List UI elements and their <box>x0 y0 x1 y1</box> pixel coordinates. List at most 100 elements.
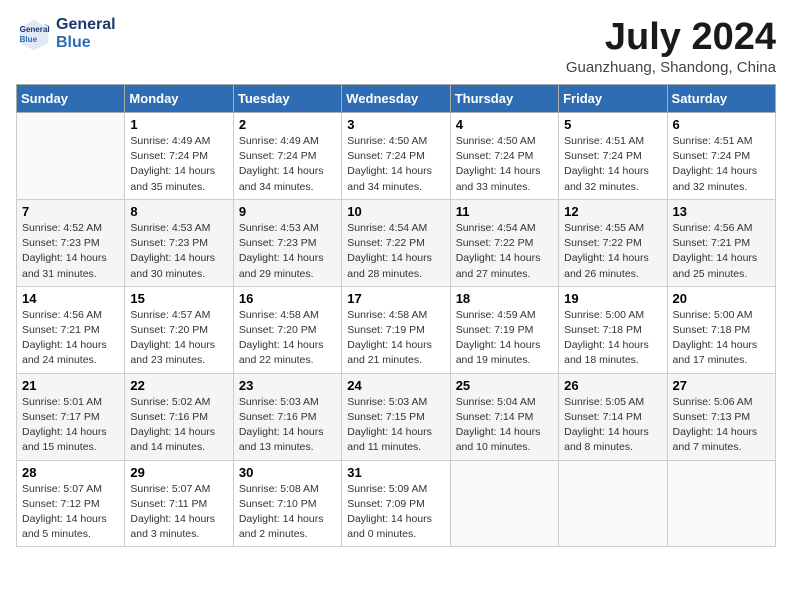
day-info: Sunrise: 4:57 AM Sunset: 7:20 PM Dayligh… <box>130 308 227 369</box>
day-info: Sunrise: 5:03 AM Sunset: 7:15 PM Dayligh… <box>347 395 444 456</box>
day-info: Sunrise: 4:53 AM Sunset: 7:23 PM Dayligh… <box>130 221 227 282</box>
calendar-cell: 7 Sunrise: 4:52 AM Sunset: 7:23 PM Daylig… <box>17 199 125 286</box>
calendar-cell: 31Sunrise: 5:09 AM Sunset: 7:09 PM Dayli… <box>342 460 450 547</box>
day-info: Sunrise: 4:54 AM Sunset: 7:22 PM Dayligh… <box>347 221 444 282</box>
logo-icon: General Blue <box>16 16 52 52</box>
day-info: Sunrise: 4:52 AM Sunset: 7:23 PM Dayligh… <box>22 221 119 282</box>
day-number: 14 <box>22 291 119 306</box>
day-number: 28 <box>22 465 119 480</box>
calendar-cell <box>559 460 667 547</box>
calendar-cell <box>450 460 558 547</box>
day-number: 12 <box>564 204 661 219</box>
day-number: 16 <box>239 291 336 306</box>
header-tuesday: Tuesday <box>233 85 341 113</box>
month-title: July 2024 <box>566 16 776 59</box>
calendar-cell: 11Sunrise: 4:54 AM Sunset: 7:22 PM Dayli… <box>450 199 558 286</box>
week-row-3: 14 Sunrise: 4:56 AM Sunset: 7:21 PM Dayli… <box>17 286 776 373</box>
day-info: Sunrise: 4:51 AM Sunset: 7:24 PM Dayligh… <box>673 134 770 195</box>
day-number: 6 <box>673 117 770 132</box>
calendar-table: SundayMondayTuesdayWednesdayThursdayFrid… <box>16 84 776 547</box>
calendar-cell <box>17 113 125 200</box>
calendar-cell: 2 Sunrise: 4:49 AM Sunset: 7:24 PM Daylig… <box>233 113 341 200</box>
calendar-cell: 26Sunrise: 5:05 AM Sunset: 7:14 PM Dayli… <box>559 373 667 460</box>
day-info: Sunrise: 4:56 AM Sunset: 7:21 PM Dayligh… <box>673 221 770 282</box>
header-saturday: Saturday <box>667 85 775 113</box>
day-number: 25 <box>456 378 553 393</box>
week-row-1: 1 Sunrise: 4:49 AM Sunset: 7:24 PM Daylig… <box>17 113 776 200</box>
day-info: Sunrise: 5:08 AM Sunset: 7:10 PM Dayligh… <box>239 482 336 543</box>
header-sunday: Sunday <box>17 85 125 113</box>
day-number: 22 <box>130 378 227 393</box>
day-info: Sunrise: 4:56 AM Sunset: 7:21 PM Dayligh… <box>22 308 119 369</box>
day-number: 31 <box>347 465 444 480</box>
day-info: Sunrise: 4:55 AM Sunset: 7:22 PM Dayligh… <box>564 221 661 282</box>
day-info: Sunrise: 5:07 AM Sunset: 7:11 PM Dayligh… <box>130 482 227 543</box>
logo-blue: Blue <box>56 34 116 52</box>
day-number: 4 <box>456 117 553 132</box>
location-subtitle: Guanzhuang, Shandong, China <box>566 59 776 76</box>
calendar-cell: 6 Sunrise: 4:51 AM Sunset: 7:24 PM Daylig… <box>667 113 775 200</box>
day-info: Sunrise: 4:49 AM Sunset: 7:24 PM Dayligh… <box>130 134 227 195</box>
day-number: 21 <box>22 378 119 393</box>
day-info: Sunrise: 5:02 AM Sunset: 7:16 PM Dayligh… <box>130 395 227 456</box>
day-number: 7 <box>22 204 119 219</box>
week-row-2: 7 Sunrise: 4:52 AM Sunset: 7:23 PM Daylig… <box>17 199 776 286</box>
day-info: Sunrise: 4:58 AM Sunset: 7:20 PM Dayligh… <box>239 308 336 369</box>
day-number: 2 <box>239 117 336 132</box>
header-wednesday: Wednesday <box>342 85 450 113</box>
logo: General Blue General Blue <box>16 16 116 52</box>
day-info: Sunrise: 5:00 AM Sunset: 7:18 PM Dayligh… <box>564 308 661 369</box>
day-info: Sunrise: 5:05 AM Sunset: 7:14 PM Dayligh… <box>564 395 661 456</box>
calendar-cell: 29Sunrise: 5:07 AM Sunset: 7:11 PM Dayli… <box>125 460 233 547</box>
calendar-cell: 8 Sunrise: 4:53 AM Sunset: 7:23 PM Daylig… <box>125 199 233 286</box>
title-block: July 2024 Guanzhuang, Shandong, China <box>566 16 776 76</box>
svg-text:General: General <box>20 25 50 34</box>
day-info: Sunrise: 5:04 AM Sunset: 7:14 PM Dayligh… <box>456 395 553 456</box>
calendar-cell: 15 Sunrise: 4:57 AM Sunset: 7:20 PM Dayli… <box>125 286 233 373</box>
calendar-cell: 21 Sunrise: 5:01 AM Sunset: 7:17 PM Dayli… <box>17 373 125 460</box>
day-number: 3 <box>347 117 444 132</box>
calendar-body: 1 Sunrise: 4:49 AM Sunset: 7:24 PM Daylig… <box>17 113 776 547</box>
day-info: Sunrise: 4:51 AM Sunset: 7:24 PM Dayligh… <box>564 134 661 195</box>
day-number: 18 <box>456 291 553 306</box>
calendar-cell: 9 Sunrise: 4:53 AM Sunset: 7:23 PM Daylig… <box>233 199 341 286</box>
day-info: Sunrise: 5:03 AM Sunset: 7:16 PM Dayligh… <box>239 395 336 456</box>
day-number: 13 <box>673 204 770 219</box>
calendar-cell: 24 Sunrise: 5:03 AM Sunset: 7:15 PM Dayli… <box>342 373 450 460</box>
calendar-cell: 22 Sunrise: 5:02 AM Sunset: 7:16 PM Dayli… <box>125 373 233 460</box>
day-number: 1 <box>130 117 227 132</box>
calendar-cell: 4Sunrise: 4:50 AM Sunset: 7:24 PM Daylig… <box>450 113 558 200</box>
day-number: 5 <box>564 117 661 132</box>
day-info: Sunrise: 4:59 AM Sunset: 7:19 PM Dayligh… <box>456 308 553 369</box>
day-info: Sunrise: 4:53 AM Sunset: 7:23 PM Dayligh… <box>239 221 336 282</box>
day-number: 20 <box>673 291 770 306</box>
day-number: 10 <box>347 204 444 219</box>
day-number: 15 <box>130 291 227 306</box>
calendar-cell: 5 Sunrise: 4:51 AM Sunset: 7:24 PM Daylig… <box>559 113 667 200</box>
day-info: Sunrise: 5:01 AM Sunset: 7:17 PM Dayligh… <box>22 395 119 456</box>
week-row-5: 28Sunrise: 5:07 AM Sunset: 7:12 PM Dayli… <box>17 460 776 547</box>
day-number: 8 <box>130 204 227 219</box>
calendar-cell: 12 Sunrise: 4:55 AM Sunset: 7:22 PM Dayli… <box>559 199 667 286</box>
page-header: General Blue General Blue July 2024 Guan… <box>16 16 776 76</box>
calendar-cell <box>667 460 775 547</box>
calendar-header-row: SundayMondayTuesdayWednesdayThursdayFrid… <box>17 85 776 113</box>
calendar-cell: 19 Sunrise: 5:00 AM Sunset: 7:18 PM Dayli… <box>559 286 667 373</box>
calendar-cell: 28Sunrise: 5:07 AM Sunset: 7:12 PM Dayli… <box>17 460 125 547</box>
calendar-cell: 14 Sunrise: 4:56 AM Sunset: 7:21 PM Dayli… <box>17 286 125 373</box>
calendar-cell: 18 Sunrise: 4:59 AM Sunset: 7:19 PM Dayli… <box>450 286 558 373</box>
day-number: 19 <box>564 291 661 306</box>
calendar-cell: 27Sunrise: 5:06 AM Sunset: 7:13 PM Dayli… <box>667 373 775 460</box>
svg-text:Blue: Blue <box>20 35 38 44</box>
day-info: Sunrise: 4:58 AM Sunset: 7:19 PM Dayligh… <box>347 308 444 369</box>
calendar-cell: 13 Sunrise: 4:56 AM Sunset: 7:21 PM Dayli… <box>667 199 775 286</box>
day-number: 27 <box>673 378 770 393</box>
calendar-cell: 30Sunrise: 5:08 AM Sunset: 7:10 PM Dayli… <box>233 460 341 547</box>
day-info: Sunrise: 4:49 AM Sunset: 7:24 PM Dayligh… <box>239 134 336 195</box>
day-number: 24 <box>347 378 444 393</box>
header-thursday: Thursday <box>450 85 558 113</box>
day-info: Sunrise: 4:54 AM Sunset: 7:22 PM Dayligh… <box>456 221 553 282</box>
day-number: 9 <box>239 204 336 219</box>
calendar-cell: 17Sunrise: 4:58 AM Sunset: 7:19 PM Dayli… <box>342 286 450 373</box>
calendar-cell: 23Sunrise: 5:03 AM Sunset: 7:16 PM Dayli… <box>233 373 341 460</box>
